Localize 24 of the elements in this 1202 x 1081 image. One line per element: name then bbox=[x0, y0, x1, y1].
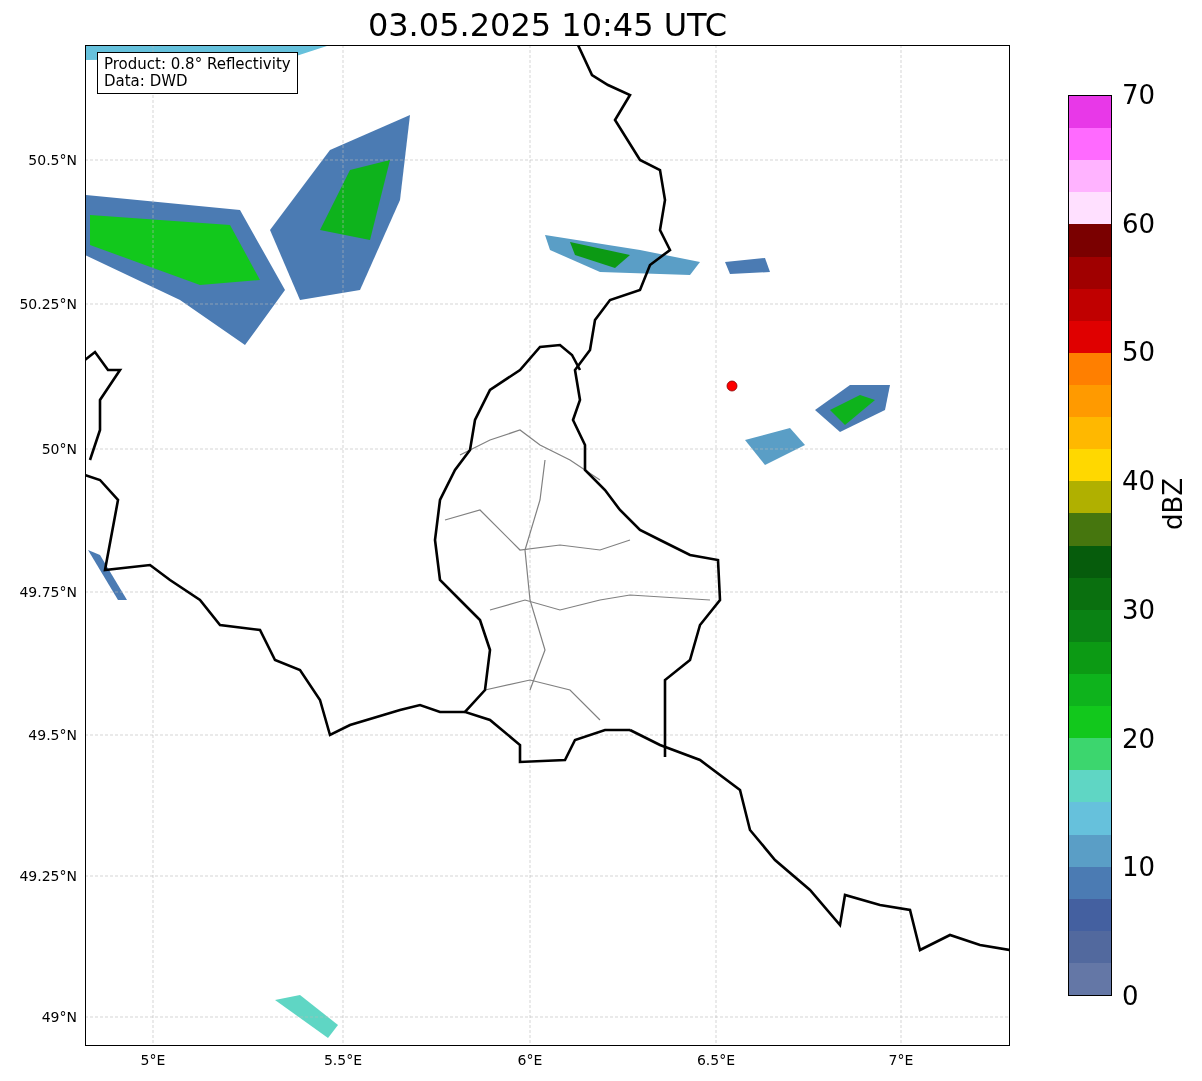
latitude-label: 50°N bbox=[41, 441, 77, 457]
latitude-label: 49.75°N bbox=[19, 584, 77, 600]
colorbar-tick-label: 60 bbox=[1121, 208, 1156, 239]
latitude-label: 49°N bbox=[41, 1009, 77, 1025]
colorbar-tick-label: 10 bbox=[1121, 852, 1156, 883]
info-text: Product: 0.8° Reflectivity bbox=[104, 56, 291, 73]
colorbar-tick-label: 20 bbox=[1121, 723, 1156, 754]
longitude-label: 7°E bbox=[888, 1052, 914, 1068]
latitude-label: 50.25°N bbox=[19, 296, 77, 312]
longitude-label: 5.5°E bbox=[323, 1052, 363, 1068]
colorbar-tick-label: 0 bbox=[1121, 981, 1139, 1011]
longitude-label: 5°E bbox=[140, 1052, 166, 1068]
latitude-label: 50.5°N bbox=[28, 152, 77, 168]
colorbar-tick-label: 40 bbox=[1121, 466, 1156, 497]
info-text: Data: DWD bbox=[104, 73, 189, 90]
colorbar-tick-label: 70 bbox=[1121, 80, 1156, 110]
colorbar-label: dBZ bbox=[1158, 477, 1188, 530]
latitude-label: 49.25°N bbox=[19, 868, 77, 884]
longitude-label: 6°E bbox=[517, 1052, 543, 1068]
colorbar-tick-label: 50 bbox=[1121, 337, 1156, 368]
chart-title: 03.05.2025 10:45 UTC bbox=[366, 5, 729, 45]
colorbar-tick-label: 30 bbox=[1121, 594, 1156, 625]
longitude-label: 6.5°E bbox=[696, 1052, 736, 1068]
latitude-label: 49.5°N bbox=[28, 727, 77, 743]
